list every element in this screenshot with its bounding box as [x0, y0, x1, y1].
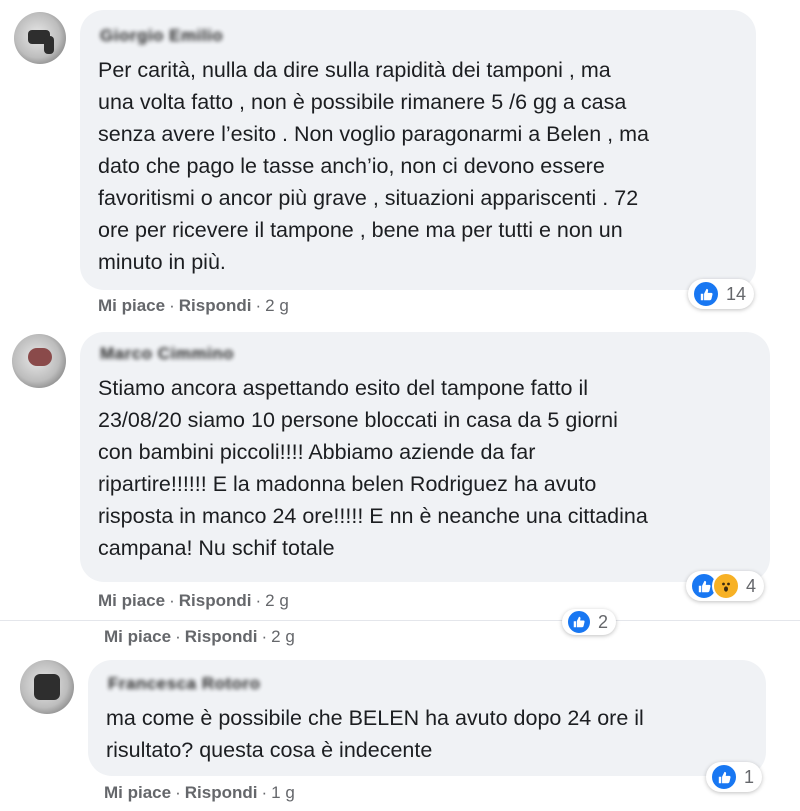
like-button[interactable]: Mi piace: [98, 296, 165, 315]
comment-actions: Mi piace · Rispondi · 1 g: [104, 783, 295, 803]
wow-icon: [712, 572, 740, 600]
comment-actions: Mi piace · Rispondi · 2 g: [104, 627, 295, 647]
reaction-summary[interactable]: 1: [706, 762, 763, 792]
separator: ·: [261, 627, 268, 646]
reaction-count: 4: [746, 575, 757, 596]
comment-bubble: Marco Cimmino Stiamo ancora aspettando e…: [80, 332, 770, 582]
like-button[interactable]: Mi piace: [104, 627, 171, 646]
reply-button[interactable]: Rispondi: [179, 591, 252, 610]
separator: ·: [255, 591, 262, 610]
comment-bubble: Francesca Rotoro ma come è possibile che…: [88, 660, 766, 776]
comment-text: Stiamo ancora aspettando esito del tampo…: [98, 376, 648, 560]
reply-button[interactable]: Rispondi: [185, 627, 258, 646]
separator: ·: [175, 783, 181, 802]
comment-actions: Mi piace · Rispondi · 2 g: [98, 296, 289, 316]
separator: ·: [169, 591, 175, 610]
avatar[interactable]: [20, 660, 74, 714]
comment-time[interactable]: 2 g: [271, 627, 295, 646]
separator: ·: [169, 296, 175, 315]
comment-actions: Mi piace · Rispondi · 2 g: [98, 591, 289, 611]
comment-time[interactable]: 2 g: [265, 296, 289, 315]
reaction-summary[interactable]: 4: [686, 571, 765, 601]
separator: ·: [175, 627, 181, 646]
reaction-count: 2: [598, 611, 609, 632]
reaction-summary[interactable]: 2: [562, 609, 617, 635]
comment-author[interactable]: Francesca Rotoro: [108, 674, 261, 694]
reaction-count: 1: [744, 766, 755, 787]
like-button[interactable]: Mi piace: [104, 783, 171, 802]
comment-text: ma come è possibile che BELEN ha avuto d…: [106, 706, 644, 762]
separator: ·: [261, 783, 268, 802]
comment-text: Per carità, nulla da dire sulla rapidità…: [98, 58, 649, 274]
comment-bubble: Giorgio Emilio Per carità, nulla da dire…: [80, 10, 756, 290]
avatar[interactable]: [14, 12, 66, 64]
like-button[interactable]: Mi piace: [98, 591, 165, 610]
comment-time[interactable]: 1 g: [271, 783, 295, 802]
avatar[interactable]: [12, 334, 66, 388]
cut-divider: [0, 618, 800, 620]
separator: ·: [255, 296, 262, 315]
like-icon: [566, 609, 592, 635]
like-icon: [692, 280, 720, 308]
comment-author[interactable]: Marco Cimmino: [100, 344, 234, 364]
like-icon: [710, 763, 738, 791]
reply-button[interactable]: Rispondi: [185, 783, 258, 802]
reaction-count: 14: [726, 283, 747, 304]
comment-author[interactable]: Giorgio Emilio: [100, 26, 223, 46]
reaction-summary[interactable]: 14: [688, 279, 755, 309]
reply-button[interactable]: Rispondi: [179, 296, 252, 315]
comment-time[interactable]: 2 g: [265, 591, 289, 610]
